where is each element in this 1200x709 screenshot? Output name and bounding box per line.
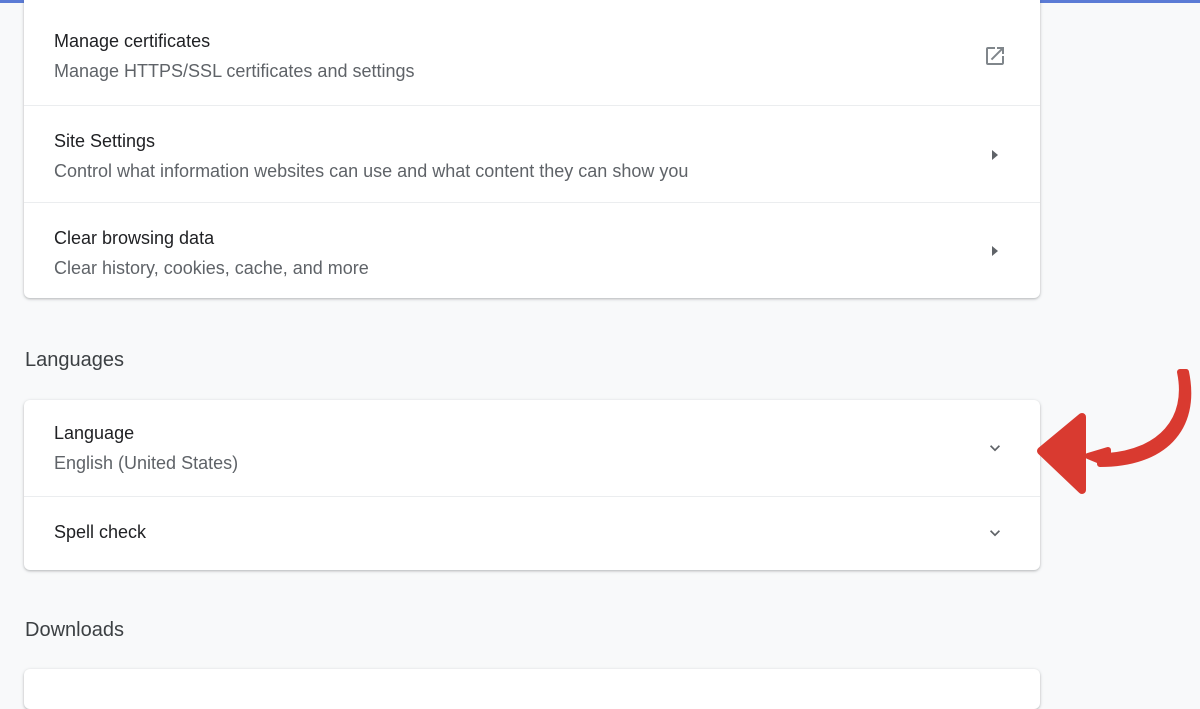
site-settings-title: Site Settings [54, 131, 156, 151]
downloads-heading: Downloads [25, 619, 124, 641]
chevron-right-icon [982, 238, 1008, 264]
language-subtitle: English (United States) [54, 453, 239, 473]
clear-browsing-data-subtitle: Clear history, cookies, cache, and more [54, 258, 369, 278]
languages-heading: Languages [25, 349, 124, 371]
manage-certificates-row[interactable]: Manage certificates Manage HTTPS/SSL cer… [24, 0, 1040, 105]
language-row[interactable]: Language English (United States) [24, 400, 1040, 496]
downloads-card [24, 669, 1040, 709]
manage-certificates-subtitle: Manage HTTPS/SSL certificates and settin… [54, 61, 415, 81]
spell-check-row[interactable]: Spell check [24, 496, 1040, 570]
manage-certificates-title: Manage certificates [54, 31, 211, 51]
clear-browsing-data-row[interactable]: Clear browsing data Clear history, cooki… [24, 202, 1040, 298]
curved-arrow-icon [1037, 369, 1192, 494]
chevron-down-icon[interactable] [982, 435, 1008, 461]
site-settings-subtitle: Control what information websites can us… [54, 161, 689, 181]
chevron-right-icon [982, 142, 1008, 168]
languages-card: Language English (United States) Spell c… [24, 400, 1040, 570]
privacy-card: Manage certificates Manage HTTPS/SSL cer… [24, 0, 1040, 298]
language-title: Language [54, 423, 135, 443]
spell-check-title: Spell check [54, 522, 147, 542]
open-in-new-icon[interactable] [982, 43, 1008, 69]
chevron-down-icon[interactable] [982, 520, 1008, 546]
clear-browsing-data-title: Clear browsing data [54, 228, 215, 248]
site-settings-row[interactable]: Site Settings Control what information w… [24, 105, 1040, 202]
